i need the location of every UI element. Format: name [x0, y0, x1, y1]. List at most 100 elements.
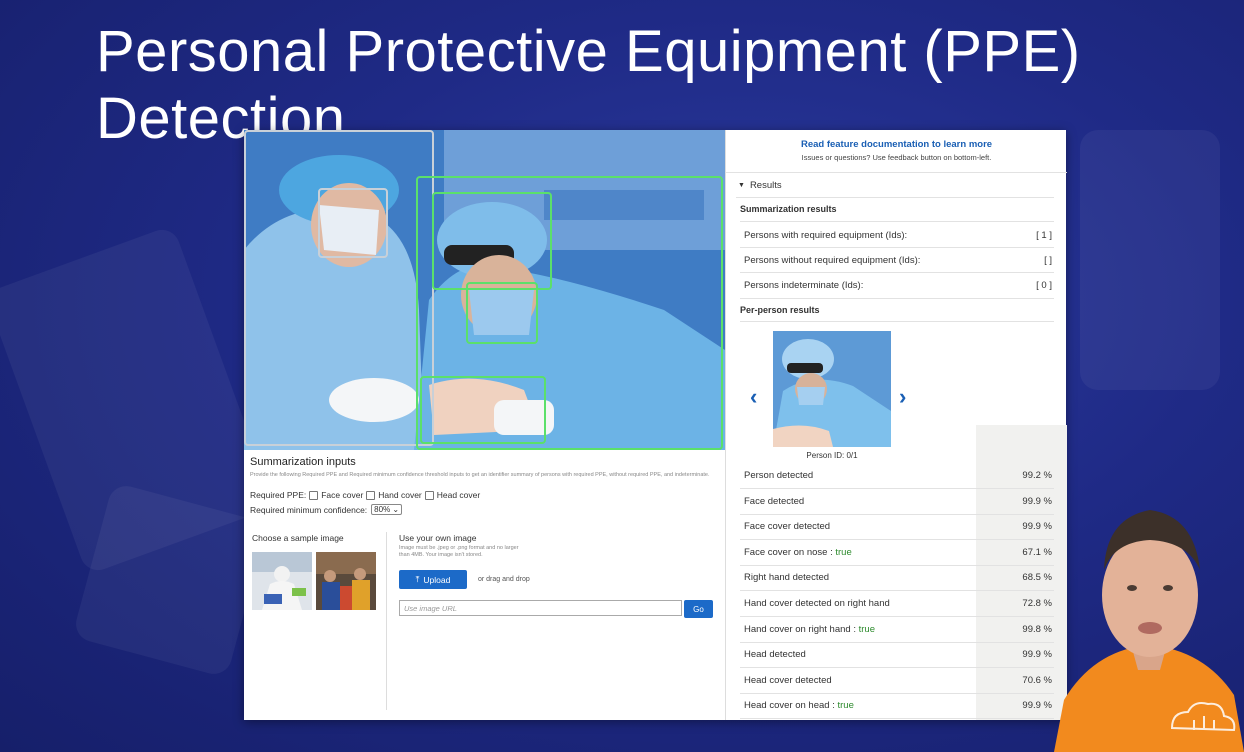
ppe-demo-app: Summarization inputs Provide the followi… [244, 130, 1067, 720]
min-confidence-select[interactable]: 80% ⌄ [371, 504, 403, 515]
per-person-heading: Per-person results [740, 305, 820, 315]
head-1-box [432, 192, 552, 290]
divider [740, 298, 1054, 299]
detail-value: 68.5 % [1022, 572, 1052, 584]
summary-label: Persons without required equipment (Ids)… [744, 255, 921, 266]
results-panel: Read feature documentation to learn more… [725, 130, 1067, 720]
detail-label-text: Face detected [744, 495, 805, 507]
chevron-down-icon: ⌄ [392, 505, 400, 514]
detail-value: 99.8 % [1022, 623, 1052, 635]
upload-label: Upload [423, 574, 451, 585]
detail-row: Head cover detected 70.6 % [744, 668, 1052, 693]
analyzed-photo [244, 130, 725, 450]
sample-image-1[interactable] [252, 552, 312, 610]
detail-value: 99.9 % [1022, 649, 1052, 661]
results-toggle[interactable]: ▼ Results [738, 180, 782, 191]
detail-value: 72.8 % [1022, 598, 1052, 609]
required-ppe-label: Required PPE: [250, 490, 307, 500]
detail-row: Face cover detected 99.9 % [744, 514, 1052, 539]
summary-heading: Summarization results [740, 204, 837, 214]
hand-1-box [420, 376, 546, 444]
caret-down-icon: ▼ [738, 182, 745, 189]
person-id-label: Person ID: 0/1 [806, 451, 858, 460]
go-button[interactable]: Go [684, 600, 713, 618]
detail-label-text: Person detected [744, 470, 814, 481]
detail-label: Head cover detected [744, 675, 832, 686]
detail-flag: true [835, 546, 852, 558]
summarization-inputs-heading: Summarization inputs [250, 456, 356, 468]
detail-label: Person detected [744, 470, 813, 481]
detail-label: Right hand detected [744, 572, 829, 583]
divider [740, 718, 1054, 720]
summary-value: [ 0 ] [1036, 280, 1052, 291]
detail-label-text: Head detected [744, 649, 806, 661]
background-decoration [1080, 130, 1220, 390]
prev-person-icon[interactable]: ‹ [750, 384, 757, 410]
summary-row: Persons with required equipment (Ids): [… [744, 223, 1052, 248]
person-crop-image [773, 331, 891, 447]
min-confidence-label: Required minimum confidence: [250, 504, 368, 515]
detail-value: 99.9 % [1022, 495, 1052, 507]
summary-label: Persons with required equipment (Ids): [744, 230, 908, 241]
detail-label-text: Hand cover detected on right hand [744, 598, 890, 609]
image-url-input[interactable]: Use image URL [399, 600, 682, 616]
next-person-icon[interactable]: › [899, 384, 906, 410]
min-confidence-value: 80% [374, 505, 391, 514]
summary-row: Persons indeterminate (Ids): [ 0 ] [744, 273, 1052, 298]
person-0-box [244, 130, 434, 446]
detail-label: Face cover on nose : true [744, 547, 852, 558]
detail-flag: true [837, 700, 854, 712]
own-image-title: Use your own image [399, 533, 477, 543]
own-image-hint: Image must be .jpeg or .png format and n… [399, 545, 519, 558]
sample-image-2[interactable] [316, 552, 376, 610]
detail-label: Head cover on head : true [744, 700, 854, 711]
detail-label-text: Face cover detected [744, 521, 831, 533]
detail-value: 99.2 % [1022, 470, 1052, 481]
head-cover-checkbox[interactable] [424, 490, 434, 500]
summary-label: Persons indeterminate (Ids): [744, 280, 864, 291]
detail-value: 70.6 % [1022, 674, 1052, 686]
upload-icon: ⤒ [415, 574, 420, 584]
detail-label: Face cover detected [744, 521, 830, 532]
face-cover-checkbox[interactable] [309, 490, 319, 500]
sample-image-title: Choose a sample image [252, 533, 344, 543]
documentation-link[interactable]: Read feature documentation to learn more [726, 139, 1067, 150]
results-toggle-label: Results [749, 180, 782, 191]
face-0-box [318, 188, 388, 258]
detail-label: Hand cover detected on right hand [744, 598, 890, 609]
summarization-inputs-panel: Summarization inputs Provide the followi… [244, 450, 725, 720]
hand-cover-label: Hand cover [378, 490, 422, 500]
presenter-video [1054, 480, 1244, 752]
head-cover-label: Head cover [436, 490, 481, 500]
detail-row: Hand cover detected on right hand 72.8 % [744, 591, 1052, 616]
summary-value: [ 1 ] [1036, 230, 1052, 241]
detail-value: 99.9 % [1022, 700, 1052, 712]
detail-label: Face detected [744, 496, 804, 507]
feedback-note: Issues or questions? Use feedback button… [801, 153, 992, 162]
divider [726, 172, 1067, 173]
detail-label-text: Head cover detected [744, 674, 832, 686]
min-confidence-group: Required minimum confidence: 80% ⌄ [250, 504, 403, 515]
face-cover-label: Face cover [321, 490, 364, 500]
face-1-box [466, 282, 538, 344]
required-ppe-group: Required PPE: Face cover Hand cover Head… [250, 490, 480, 500]
hand-cover-checkbox[interactable] [366, 490, 376, 500]
detail-label: Hand cover on right hand : true [744, 624, 875, 635]
detail-row: Face detected 99.9 % [744, 489, 1052, 514]
summary-value: [ ] [1044, 255, 1052, 266]
detail-label-text: Hand cover on right hand : [744, 623, 859, 635]
divider [740, 221, 1054, 222]
detail-value: 99.9 % [1022, 521, 1052, 533]
drag-drop-text: or drag and drop [478, 576, 530, 583]
detail-label: Head detected [744, 649, 806, 660]
detail-row: Head detected 99.9 % [744, 642, 1052, 667]
detail-row: Right hand detected 68.5 % [744, 565, 1052, 590]
detail-row: Head cover on head : true 99.9 % [744, 693, 1052, 718]
summary-row: Persons without required equipment (Ids)… [744, 248, 1052, 273]
detail-label-text: Head cover on head : [744, 700, 838, 712]
detail-flag: true [858, 623, 875, 635]
upload-button[interactable]: ⤒ Upload [399, 570, 467, 589]
summarization-hint: Provide the following Required PPE and R… [250, 472, 710, 478]
detail-value: 67.1 % [1022, 546, 1052, 558]
divider [740, 321, 1054, 322]
